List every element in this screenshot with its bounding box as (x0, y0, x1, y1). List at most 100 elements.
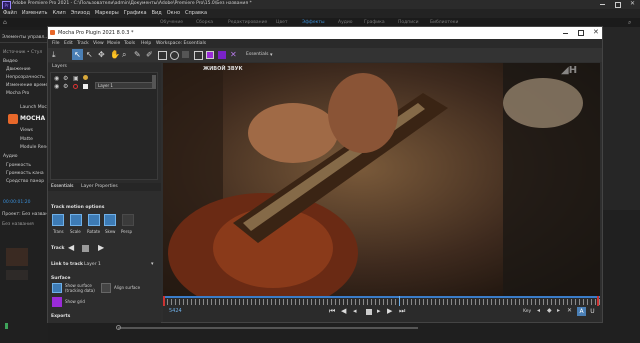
step-forward-icon[interactable]: ▸ (377, 307, 381, 315)
play-backward-icon[interactable]: ◀ (341, 307, 346, 315)
go-to-end-icon[interactable]: ⏭ (399, 307, 405, 316)
matte-item[interactable]: Matte (20, 137, 33, 142)
close-icon[interactable]: ✕ (630, 0, 635, 7)
track-backward-icon[interactable]: ◀ (68, 243, 74, 252)
mocha-menu-workspace[interactable]: Workspace: Essentials (156, 41, 206, 46)
menu-view[interactable]: Вид (152, 9, 162, 18)
step-back-icon[interactable]: ◂ (353, 307, 357, 315)
link-track-dropdown[interactable]: Layer 1 (84, 262, 101, 267)
scrollbar[interactable] (152, 75, 156, 89)
cross-icon[interactable]: ✕ (230, 50, 237, 60)
effect-volume[interactable]: Громкость (6, 163, 31, 168)
next-key-icon[interactable]: ▸ (557, 307, 560, 314)
surface-tool-icon[interactable] (194, 51, 203, 60)
layer-row[interactable]: Layer 1 (95, 82, 155, 89)
effect-motion[interactable]: Движение (6, 67, 31, 72)
menu-window[interactable]: Окно (167, 9, 180, 18)
chevron-down-icon[interactable]: ▾ (270, 52, 273, 58)
rotate-button[interactable] (88, 214, 100, 226)
effect-mocha-pro[interactable]: Mocha Pro (6, 91, 29, 96)
close-icon[interactable]: ✕ (593, 28, 599, 36)
effect-panner[interactable]: Средство панор (6, 179, 44, 184)
timeline-track-bar[interactable] (163, 296, 600, 298)
mocha-menu-track[interactable]: Track (77, 41, 89, 46)
circle-tool-icon[interactable] (170, 51, 179, 60)
gear-icon[interactable]: ⚙ (63, 83, 68, 90)
track-stop-icon[interactable] (82, 245, 89, 252)
mocha-menu-movie[interactable]: Movie (107, 41, 120, 46)
u-button[interactable]: U (588, 307, 597, 316)
project-search[interactable]: Без названия (2, 222, 34, 227)
effect-channel-volume[interactable]: Громкость кана (6, 171, 44, 176)
clip-thumbnail[interactable] (6, 270, 28, 280)
color-swatch-purple-2[interactable] (218, 51, 226, 59)
show-surface-toggle[interactable] (52, 283, 62, 293)
menu-edit[interactable]: Изменить (22, 9, 48, 18)
track-forward-icon[interactable]: ▶ (98, 243, 104, 252)
stop-icon[interactable] (366, 309, 372, 315)
play-forward-icon[interactable]: ▶ (387, 307, 392, 315)
menu-file[interactable]: Файл (3, 9, 17, 18)
grid-tool-icon[interactable] (182, 51, 189, 58)
menu-clip[interactable]: Клип (52, 9, 65, 18)
out-point-marker[interactable] (597, 296, 599, 306)
home-icon[interactable]: ⌂ (3, 19, 7, 26)
spline-tool-icon[interactable]: ✐ (146, 50, 153, 60)
menu-sequence[interactable]: Эпизод (71, 9, 90, 18)
lock-icon[interactable]: ▣ (73, 75, 79, 82)
playhead[interactable] (399, 296, 400, 306)
views-item[interactable]: Views (20, 128, 33, 133)
delete-key-icon[interactable]: ✕ (567, 307, 572, 314)
perspective-button[interactable] (122, 214, 134, 226)
clip-viewer[interactable]: ЖИВОЙ ЗВУК ◢H (163, 63, 600, 296)
visibility-icon[interactable]: ◉ (54, 83, 59, 90)
zoom-icon[interactable]: ⌕ (122, 50, 126, 60)
frame-number[interactable]: 5424 (169, 308, 182, 314)
menu-graphics[interactable]: Графика (124, 9, 147, 18)
mocha-menu-tools[interactable]: Tools (124, 41, 135, 46)
go-to-start-icon[interactable]: ⏮ (329, 307, 335, 316)
clip-thumbnail[interactable] (6, 248, 28, 266)
pan-icon[interactable]: ✋ (110, 50, 120, 60)
mocha-menu-help[interactable]: Help (141, 41, 151, 46)
pick-tool-icon[interactable]: ↖ (86, 50, 93, 60)
add-point-icon[interactable]: ✥ (98, 50, 105, 60)
show-grid-toggle[interactable] (52, 297, 62, 307)
mocha-menu-file[interactable]: File (52, 41, 60, 46)
pen-tool-icon[interactable]: ✎ (134, 50, 141, 60)
select-tool-icon[interactable]: ↖ (72, 49, 83, 60)
mocha-menu-view[interactable]: View (93, 41, 104, 46)
align-surface-icon[interactable] (101, 283, 111, 293)
white-square-icon[interactable] (83, 84, 88, 89)
scroll-handle[interactable] (116, 325, 121, 330)
chevron-down-icon[interactable]: ▾ (151, 261, 154, 267)
menu-help[interactable]: Справка (185, 9, 207, 18)
pen-icon[interactable] (5, 323, 8, 329)
visibility-icon[interactable]: ◉ (54, 75, 59, 82)
shear-button[interactable] (104, 214, 116, 226)
scale-button[interactable] (70, 214, 82, 226)
in-point-marker[interactable] (163, 296, 165, 306)
align-surface-label[interactable]: Align surface (114, 285, 140, 290)
gear-icon[interactable]: ⚙ (63, 75, 68, 82)
color-swatch-purple[interactable] (206, 51, 214, 59)
workspace-dropdown[interactable]: Essentials (246, 52, 269, 57)
red-flag-icon[interactable] (73, 84, 78, 89)
minimize-icon[interactable] (563, 33, 568, 34)
minimize-icon[interactable] (600, 4, 605, 5)
color-icon[interactable] (83, 75, 88, 80)
mocha-menu-edit[interactable]: Edit (64, 41, 73, 46)
tab-layer-properties[interactable]: Layer Properties (81, 184, 118, 189)
save-icon[interactable]: ⤓ (52, 50, 56, 60)
timeline-scrollbar[interactable] (118, 327, 418, 329)
maximize-icon[interactable] (615, 2, 621, 8)
menu-markers[interactable]: Маркеры (95, 9, 119, 18)
rectangle-tool-icon[interactable] (158, 51, 167, 60)
search-icon[interactable]: ⌕ (628, 19, 631, 27)
translate-button[interactable] (52, 214, 64, 226)
maximize-icon[interactable] (578, 30, 584, 36)
auto-key-button[interactable]: A (577, 307, 586, 316)
prev-key-icon[interactable]: ◂ (537, 307, 540, 314)
timeline-ruler[interactable] (163, 299, 600, 305)
tab-essentials[interactable]: Essentials (51, 184, 74, 189)
